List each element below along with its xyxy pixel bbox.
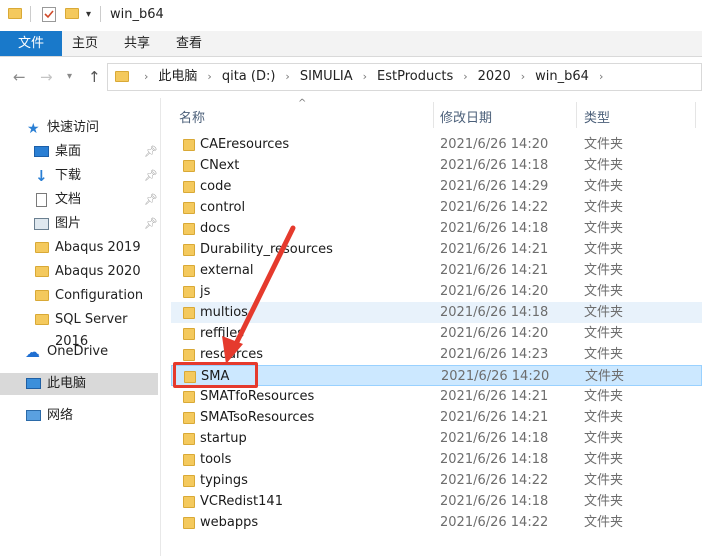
annotation-arrow xyxy=(222,225,296,364)
annotation-arrow-shaft xyxy=(229,225,296,355)
